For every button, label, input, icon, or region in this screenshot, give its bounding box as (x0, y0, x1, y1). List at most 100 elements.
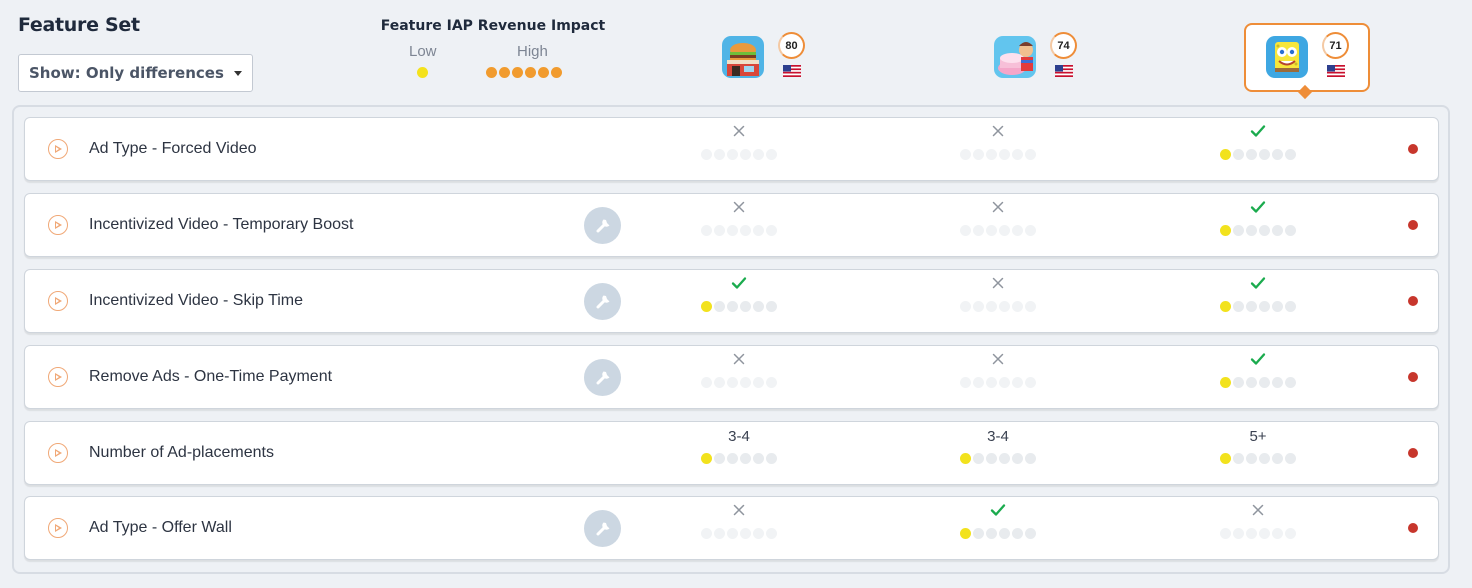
cell-value: 3-4 (987, 428, 1009, 445)
impact-dots (950, 453, 1046, 464)
wrench-icon[interactable] (584, 207, 621, 244)
impact-dot (1025, 301, 1036, 312)
impact-dot (766, 225, 777, 236)
impact-dot (714, 301, 725, 312)
impact-dot (1012, 149, 1023, 160)
impact-dots (1210, 225, 1306, 236)
show-filter-dropdown[interactable]: Show: Only differences (18, 54, 253, 92)
impact-dots (950, 225, 1046, 236)
impact-dots (1210, 149, 1306, 160)
impact-dot (1012, 453, 1023, 464)
impact-dot (1233, 453, 1244, 464)
check-icon (1210, 276, 1306, 294)
impact-dot (714, 225, 725, 236)
status-indicator (1408, 296, 1418, 306)
impact-dot (714, 528, 725, 539)
impact-dot (753, 225, 764, 236)
cross-icon (691, 352, 787, 370)
spongebob-app-icon[interactable] (1266, 36, 1308, 78)
feature-cell (691, 346, 787, 408)
app-column-header[interactable]: 80 (722, 32, 812, 82)
impact-dot (960, 301, 971, 312)
cross-icon (691, 503, 787, 521)
play-icon[interactable] (48, 139, 68, 159)
show-filter-label: Show: Only differences (29, 64, 224, 82)
impact-dot (701, 301, 712, 312)
table-row: Number of Ad-placements 3-4 3-4 5+ (24, 421, 1439, 485)
legend-high-dot (512, 67, 523, 78)
impact-dot (753, 149, 764, 160)
feature-cell (950, 346, 1046, 408)
wrench-icon[interactable] (584, 283, 621, 320)
impact-dot (753, 301, 764, 312)
impact-dots (691, 301, 787, 312)
app-column-header[interactable]: 74 (994, 32, 1084, 82)
impact-dot (1012, 528, 1023, 539)
play-icon[interactable] (48, 215, 68, 235)
legend-high-dot (486, 67, 497, 78)
feature-label: Incentivized Video - Temporary Boost (89, 216, 354, 233)
impact-dot (727, 225, 738, 236)
cell-value: 3-4 (728, 428, 750, 445)
feature-cell: 5+ (1210, 422, 1306, 484)
wrench-icon[interactable] (584, 359, 621, 396)
feature-cell (950, 270, 1046, 332)
impact-dot (999, 528, 1010, 539)
impact-dots (950, 301, 1046, 312)
impact-dot (999, 301, 1010, 312)
play-icon[interactable] (48, 518, 68, 538)
play-icon[interactable] (48, 443, 68, 463)
legend-high-dot (525, 67, 536, 78)
us-flag-icon (1327, 64, 1345, 77)
impact-dot (740, 528, 751, 539)
impact-dot (973, 528, 984, 539)
impact-dot (701, 377, 712, 388)
wrench-icon[interactable] (584, 510, 621, 547)
feature-cell (950, 118, 1046, 180)
check-icon (1210, 124, 1306, 142)
impact-dots (1210, 377, 1306, 388)
play-icon[interactable] (48, 291, 68, 311)
impact-dot (1285, 149, 1296, 160)
app-column-header[interactable]: 71 (1266, 32, 1356, 82)
burger-restaurant-app-icon[interactable] (722, 36, 764, 78)
impact-dot (714, 377, 725, 388)
app-score-badge: 74 (1050, 32, 1077, 59)
impact-dot (1025, 149, 1036, 160)
impact-dot (999, 453, 1010, 464)
impact-dot (753, 453, 764, 464)
feature-label: Number of Ad-placements (89, 444, 274, 461)
impact-dot (1285, 377, 1296, 388)
cooking-cake-app-icon[interactable] (994, 36, 1036, 78)
status-indicator (1408, 523, 1418, 533)
us-flag-icon (1055, 64, 1073, 77)
impact-dot (766, 377, 777, 388)
impact-dot (740, 149, 751, 160)
feature-cell (691, 270, 787, 332)
feature-cell (691, 497, 787, 559)
impact-dot (753, 528, 764, 539)
impact-dot (766, 528, 777, 539)
impact-dot (1246, 528, 1257, 539)
impact-dot (1025, 528, 1036, 539)
legend-high-dots (486, 67, 562, 78)
impact-dot (1259, 149, 1270, 160)
impact-dot (973, 377, 984, 388)
feature-cell (1210, 497, 1306, 559)
impact-dot (1246, 453, 1257, 464)
feature-cell (1210, 194, 1306, 256)
impact-dot (1025, 225, 1036, 236)
impact-dot (727, 528, 738, 539)
impact-dot (1220, 225, 1231, 236)
play-icon[interactable] (48, 367, 68, 387)
impact-dot (701, 225, 712, 236)
impact-dot (740, 301, 751, 312)
impact-dot (1233, 225, 1244, 236)
impact-dot (740, 377, 751, 388)
cross-icon (691, 200, 787, 218)
impact-dot (727, 301, 738, 312)
impact-dot (1220, 301, 1231, 312)
revenue-impact-legend: Feature IAP Revenue Impact Low High (380, 18, 606, 78)
impact-dot (1285, 301, 1296, 312)
impact-dot (1220, 528, 1231, 539)
